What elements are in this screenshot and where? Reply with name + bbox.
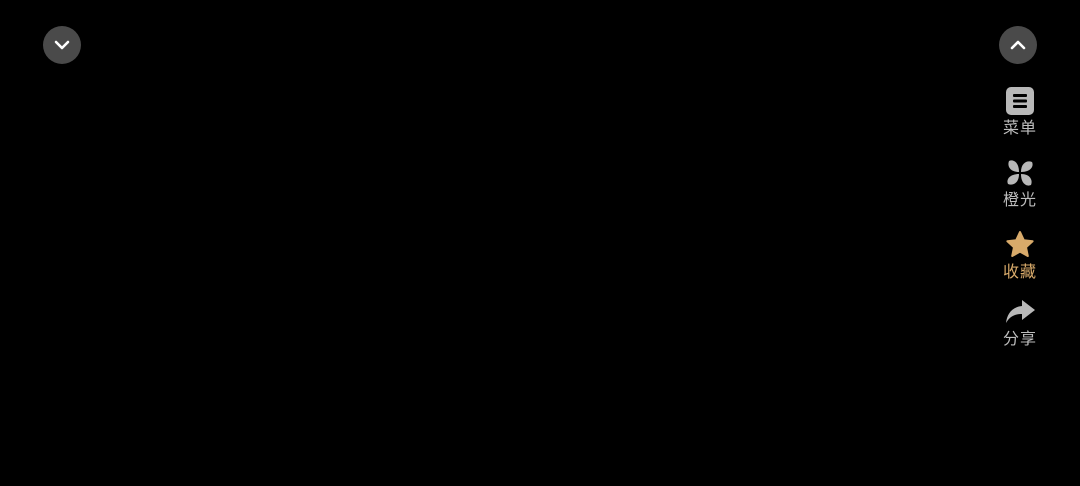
sidebar-item-favorite[interactable]: 收藏 (994, 228, 1046, 281)
sidebar-item-share[interactable]: 分享 (994, 295, 1046, 348)
sidebar-item-label: 橙光 (1002, 190, 1037, 209)
expand-button[interactable] (999, 26, 1037, 64)
menu-icon (1003, 84, 1037, 118)
chevron-down-icon (51, 34, 73, 56)
sidebar-item-chengguang[interactable]: 橙光 (994, 156, 1046, 209)
collapse-button[interactable] (43, 26, 81, 64)
sidebar-item-label: 分享 (1002, 329, 1037, 348)
pinwheel-icon (1003, 156, 1037, 190)
share-icon (1003, 295, 1037, 329)
star-icon (1003, 228, 1037, 262)
chevron-up-icon (1007, 34, 1029, 56)
sidebar-item-menu[interactable]: 菜单 (994, 84, 1046, 137)
sidebar-item-label: 菜单 (1002, 118, 1037, 137)
game-screen: 菜单 橙光 收藏 分享 (0, 0, 1080, 486)
sidebar-item-label: 收藏 (1002, 262, 1037, 281)
